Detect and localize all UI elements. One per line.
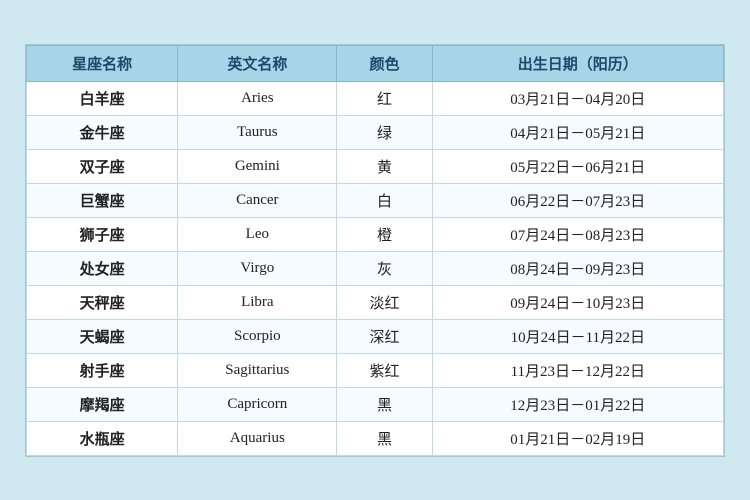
table-cell: 红 — [337, 81, 432, 115]
table-row: 白羊座Aries红03月21日－04月20日 — [27, 81, 724, 115]
table-cell: 深红 — [337, 319, 432, 353]
table-cell: Gemini — [178, 149, 337, 183]
table-header-cell: 出生日期（阳历） — [432, 45, 723, 81]
table-cell: 水瓶座 — [27, 421, 178, 455]
table-header-cell: 颜色 — [337, 45, 432, 81]
table-cell: 摩羯座 — [27, 387, 178, 421]
table-cell: 黑 — [337, 387, 432, 421]
table-cell: Leo — [178, 217, 337, 251]
table-cell: Sagittarius — [178, 353, 337, 387]
table-cell: Aquarius — [178, 421, 337, 455]
table-cell: 01月21日－02月19日 — [432, 421, 723, 455]
table-cell: Scorpio — [178, 319, 337, 353]
table-cell: 灰 — [337, 251, 432, 285]
table-cell: 03月21日－04月20日 — [432, 81, 723, 115]
table-cell: Capricorn — [178, 387, 337, 421]
table-row: 射手座Sagittarius紫红11月23日－12月22日 — [27, 353, 724, 387]
table-cell: 紫红 — [337, 353, 432, 387]
table-row: 天蝎座Scorpio深红10月24日－11月22日 — [27, 319, 724, 353]
table-cell: 白 — [337, 183, 432, 217]
table-cell: 04月21日－05月21日 — [432, 115, 723, 149]
table-cell: 天蝎座 — [27, 319, 178, 353]
table-row: 摩羯座Capricorn黑12月23日－01月22日 — [27, 387, 724, 421]
table-cell: 05月22日－06月21日 — [432, 149, 723, 183]
zodiac-table: 星座名称英文名称颜色出生日期（阳历） 白羊座Aries红03月21日－04月20… — [26, 45, 724, 456]
table-cell: 11月23日－12月22日 — [432, 353, 723, 387]
table-cell: Libra — [178, 285, 337, 319]
table-cell: Virgo — [178, 251, 337, 285]
table-cell: 淡红 — [337, 285, 432, 319]
table-cell: 双子座 — [27, 149, 178, 183]
table-row: 金牛座Taurus绿04月21日－05月21日 — [27, 115, 724, 149]
table-row: 水瓶座Aquarius黑01月21日－02月19日 — [27, 421, 724, 455]
table-cell: 09月24日－10月23日 — [432, 285, 723, 319]
table-cell: 橙 — [337, 217, 432, 251]
table-row: 处女座Virgo灰08月24日－09月23日 — [27, 251, 724, 285]
table-cell: 天秤座 — [27, 285, 178, 319]
table-cell: Taurus — [178, 115, 337, 149]
table-cell: Cancer — [178, 183, 337, 217]
table-header-row: 星座名称英文名称颜色出生日期（阳历） — [27, 45, 724, 81]
table-row: 巨蟹座Cancer白06月22日－07月23日 — [27, 183, 724, 217]
table-cell: 绿 — [337, 115, 432, 149]
table-cell: Aries — [178, 81, 337, 115]
table-cell: 射手座 — [27, 353, 178, 387]
table-cell: 12月23日－01月22日 — [432, 387, 723, 421]
table-header-cell: 英文名称 — [178, 45, 337, 81]
table-header-cell: 星座名称 — [27, 45, 178, 81]
table-cell: 黄 — [337, 149, 432, 183]
table-cell: 白羊座 — [27, 81, 178, 115]
zodiac-table-wrapper: 星座名称英文名称颜色出生日期（阳历） 白羊座Aries红03月21日－04月20… — [25, 44, 725, 457]
table-cell: 巨蟹座 — [27, 183, 178, 217]
table-cell: 06月22日－07月23日 — [432, 183, 723, 217]
table-row: 天秤座Libra淡红09月24日－10月23日 — [27, 285, 724, 319]
table-cell: 07月24日－08月23日 — [432, 217, 723, 251]
table-cell: 08月24日－09月23日 — [432, 251, 723, 285]
table-cell: 处女座 — [27, 251, 178, 285]
table-row: 双子座Gemini黄05月22日－06月21日 — [27, 149, 724, 183]
table-cell: 黑 — [337, 421, 432, 455]
table-cell: 金牛座 — [27, 115, 178, 149]
table-cell: 10月24日－11月22日 — [432, 319, 723, 353]
table-cell: 狮子座 — [27, 217, 178, 251]
table-row: 狮子座Leo橙07月24日－08月23日 — [27, 217, 724, 251]
